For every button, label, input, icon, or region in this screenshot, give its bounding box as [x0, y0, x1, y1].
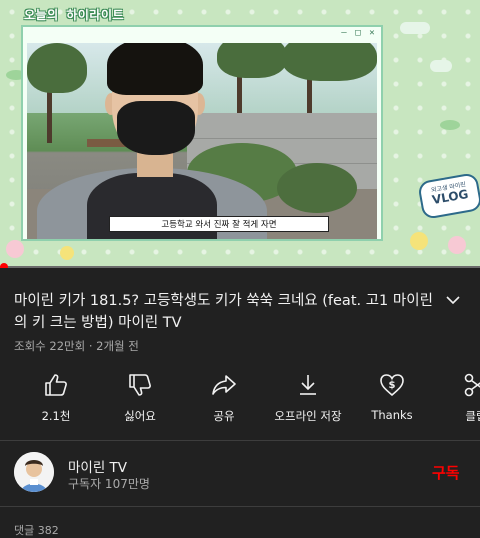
leaf-decoration — [440, 120, 460, 130]
flower-decoration — [6, 240, 24, 258]
wall-line — [187, 138, 377, 139]
video-window-frame: — □ ✕ 고등학교 와서 진짜 — [21, 25, 383, 241]
flower-decoration — [60, 246, 74, 260]
avatar[interactable] — [14, 452, 54, 492]
action-row: 2.1천 싫어요 공유 오프라인 저장 $ Thanks — [0, 372, 480, 432]
avatar-image — [14, 452, 54, 492]
progress-scrubber[interactable] — [0, 263, 8, 268]
tree — [217, 43, 287, 78]
video-title[interactable]: 마이린 키가 181.5? 고등학생도 키가 쑥쑥 크네요 (feat. 고1 … — [14, 290, 434, 334]
highlight-title: 오늘의 하이라이트 — [24, 6, 124, 23]
subscriber-count: 구독자 107만명 — [68, 475, 150, 492]
bush — [277, 163, 357, 213]
video-player[interactable]: 오늘의 하이라이트 — □ ✕ — [0, 0, 480, 268]
thanks-button[interactable]: $ Thanks — [352, 372, 432, 422]
share-label: 공유 — [184, 408, 264, 424]
clip-button[interactable]: 클립 — [436, 372, 480, 424]
face-mask — [117, 101, 195, 155]
subscribe-button[interactable]: 구독 — [432, 462, 460, 483]
chevron-down-icon[interactable] — [444, 293, 462, 307]
video-meta: 조회수 22만회 · 2개월 전 — [14, 338, 139, 354]
video-frame: 고등학교 와서 진짜 잘 적게 자면 — [27, 43, 377, 239]
share-icon — [211, 372, 237, 398]
cloud-decoration — [400, 22, 430, 34]
thumbs-down-icon — [127, 372, 153, 398]
progress-bar[interactable] — [0, 266, 480, 268]
dislike-label: 싫어요 — [100, 408, 180, 424]
thanks-label: Thanks — [352, 408, 432, 422]
thumbs-up-icon — [43, 372, 69, 398]
like-button[interactable]: 2.1천 — [16, 372, 96, 424]
download-button[interactable]: 오프라인 저장 — [268, 372, 348, 424]
svg-text:$: $ — [389, 380, 396, 391]
dislike-button[interactable]: 싫어요 — [100, 372, 180, 424]
flower-decoration — [448, 236, 466, 254]
like-count: 2.1천 — [16, 408, 96, 424]
clip-label: 클립 — [436, 408, 480, 424]
maximize-icon: □ — [353, 29, 363, 37]
tree — [282, 43, 377, 81]
download-label: 오프라인 저장 — [268, 408, 348, 424]
minimize-icon: — — [339, 29, 349, 37]
clip-icon — [463, 372, 480, 398]
window-controls: — □ ✕ — [339, 29, 377, 37]
person-hair — [107, 43, 203, 95]
video-subtitle: 고등학교 와서 진짜 잘 적게 자면 — [109, 216, 329, 232]
tree — [27, 43, 87, 93]
cloud-decoration — [430, 60, 452, 72]
channel-name[interactable]: 마이린 TV — [68, 456, 127, 476]
flower-decoration — [410, 232, 428, 250]
thanks-icon: $ — [379, 372, 405, 398]
comments-header[interactable]: 댓글 382 — [14, 522, 59, 538]
download-icon — [295, 372, 321, 398]
share-button[interactable]: 공유 — [184, 372, 264, 424]
close-icon: ✕ — [367, 29, 377, 37]
divider — [0, 440, 480, 441]
divider — [0, 506, 480, 507]
vlog-badge: 외고생 마이린 VLOG — [417, 172, 480, 220]
